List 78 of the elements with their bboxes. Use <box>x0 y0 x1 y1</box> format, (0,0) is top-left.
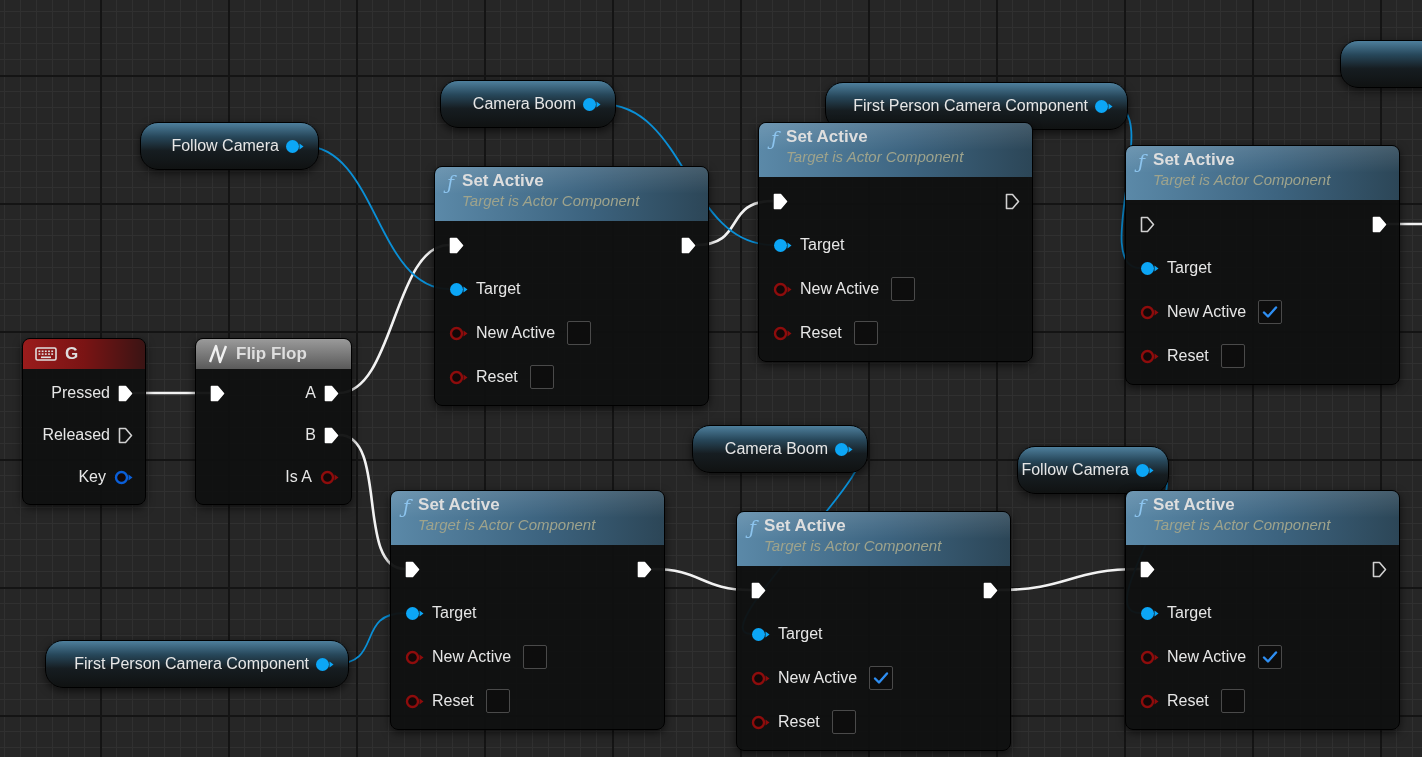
checkbox[interactable] <box>831 710 856 734</box>
pin-label: Reset <box>1167 346 1209 366</box>
checkbox[interactable] <box>1258 300 1283 324</box>
checkbox[interactable] <box>869 666 894 690</box>
checkbox[interactable] <box>523 645 548 669</box>
pin-label: B <box>305 425 316 445</box>
data-pin[interactable] <box>449 281 468 297</box>
exec-pin[interactable] <box>1005 192 1020 210</box>
data-pin[interactable] <box>285 138 304 154</box>
variable-label: Follow Camera <box>1021 460 1129 480</box>
data-pin[interactable] <box>751 626 770 642</box>
node-title: Flip Flop <box>236 343 307 365</box>
data-pin[interactable] <box>315 656 334 672</box>
pin-label: Pressed <box>51 383 110 403</box>
pin-label: Target <box>778 624 823 644</box>
pin-label: Reset <box>432 691 474 711</box>
variable-label: First Person Camera Component <box>853 96 1088 116</box>
exec-pin[interactable] <box>1372 560 1387 578</box>
pin-label: New Active <box>1167 647 1247 667</box>
variable-label: Camera Boom <box>472 94 576 114</box>
pin-label: New Active <box>1167 302 1247 322</box>
pin-label: Target <box>800 235 845 255</box>
keyboard-icon <box>35 347 57 361</box>
node-title: Set Active <box>764 516 847 537</box>
pin-label: Target <box>1167 603 1212 623</box>
data-pin[interactable] <box>1140 260 1159 276</box>
pin-label: Is A <box>285 467 312 487</box>
checkbox[interactable] <box>485 689 510 713</box>
pin-label: New Active <box>800 279 880 299</box>
pin-label: Released <box>42 425 110 445</box>
checkbox[interactable] <box>1258 645 1283 669</box>
checkbox[interactable] <box>853 321 878 345</box>
node-title: G <box>65 343 79 365</box>
variable-label: First Person Camera Component <box>74 654 309 674</box>
exec-pin[interactable] <box>1140 215 1155 233</box>
variable-label: Camera Boom <box>724 439 828 459</box>
node-subtitle: Target is Actor Component <box>462 191 640 211</box>
checkmark-icon <box>1262 305 1279 319</box>
pin-label: New Active <box>432 647 512 667</box>
pin-label: New Active <box>778 668 858 688</box>
node-title: Set Active <box>1153 150 1236 171</box>
data-pin[interactable] <box>405 605 424 621</box>
node-title: Set Active <box>418 495 501 516</box>
pin-label: Reset <box>476 367 518 387</box>
checkbox[interactable] <box>1220 344 1245 368</box>
node-subtitle: Target is Actor Component <box>1153 170 1331 190</box>
data-pin[interactable] <box>773 237 792 253</box>
data-pin[interactable] <box>582 96 601 112</box>
pin-label: Reset <box>800 323 842 343</box>
node-title: Set Active <box>1153 495 1236 516</box>
node-subtitle: Target is Actor Component <box>1153 515 1331 535</box>
pin-label: A <box>305 383 316 403</box>
checkbox[interactable] <box>567 321 592 345</box>
data-pin[interactable] <box>1140 605 1159 621</box>
pin-label: New Active <box>476 323 556 343</box>
pin-label: Target <box>432 603 477 623</box>
pin-label: Target <box>1167 258 1212 278</box>
node-subtitle: Target is Actor Component <box>418 515 596 535</box>
node-title: Set Active <box>786 127 869 148</box>
node-subtitle: Target is Actor Component <box>764 536 942 556</box>
data-pin[interactable] <box>114 469 133 485</box>
data-pin[interactable] <box>1135 462 1154 478</box>
pin-label: Target <box>476 279 521 299</box>
checkbox[interactable] <box>891 277 916 301</box>
pin-label: Key <box>78 467 106 487</box>
flip-flop-icon <box>208 344 228 364</box>
variable-label: Follow Camera <box>171 136 279 156</box>
pin-label: Reset <box>778 712 820 732</box>
data-pin[interactable] <box>834 441 853 457</box>
data-pin[interactable] <box>1094 98 1113 114</box>
exec-pin[interactable] <box>118 426 133 444</box>
checkbox[interactable] <box>529 365 554 389</box>
checkmark-icon <box>1262 650 1279 664</box>
pin-label: Reset <box>1167 691 1209 711</box>
node-subtitle: Target is Actor Component <box>786 147 964 167</box>
checkbox[interactable] <box>1220 689 1245 713</box>
node-title: Set Active <box>462 171 545 192</box>
checkmark-icon <box>873 671 890 685</box>
